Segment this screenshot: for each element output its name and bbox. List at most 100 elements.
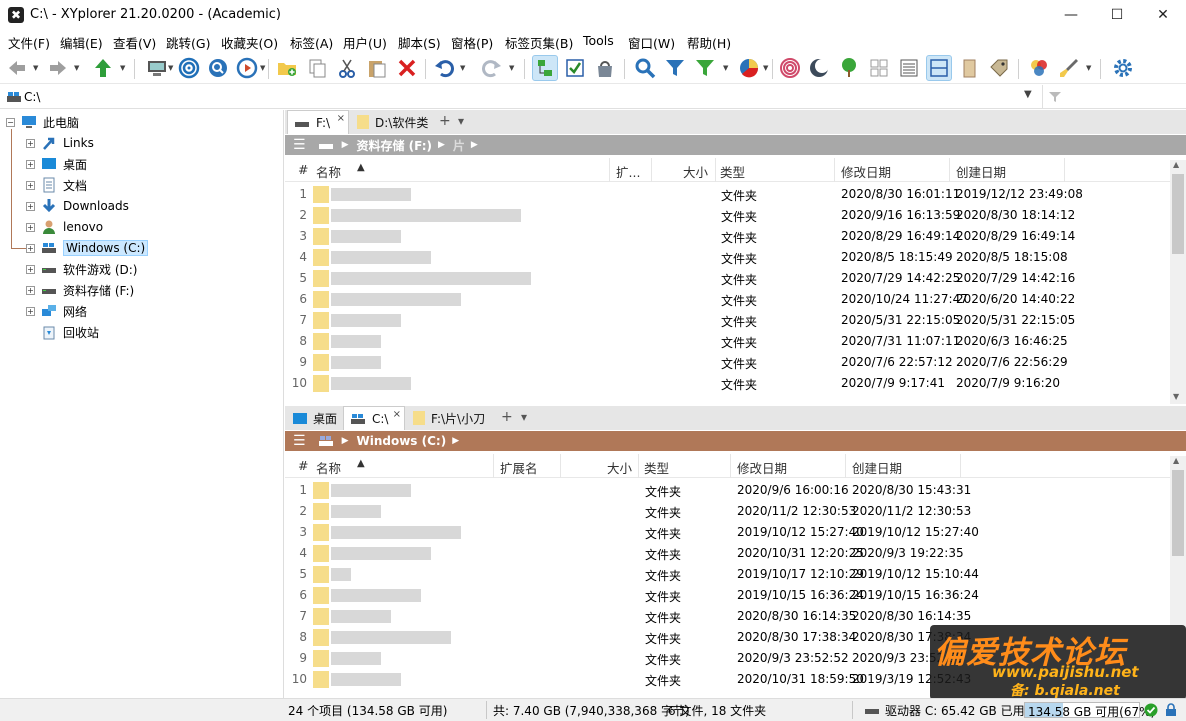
expand-icon[interactable]: + xyxy=(26,222,35,232)
add-tab-button[interactable]: + xyxy=(501,409,513,425)
tree-node-windows-c[interactable]: + Windows (C:) xyxy=(26,238,149,258)
tree-node-drive-d[interactable]: + 软件游戏 (D:) xyxy=(26,259,137,279)
undo-icon[interactable] xyxy=(432,55,458,81)
tree-icon[interactable] xyxy=(532,55,558,81)
cut-icon[interactable] xyxy=(334,55,360,81)
bag-icon[interactable] xyxy=(592,55,618,81)
tab-desktop[interactable]: 桌面 xyxy=(287,406,343,430)
menu-scripting[interactable]: 脚本(S) xyxy=(398,33,441,52)
table-row[interactable]: 5 文件夹 2020/7/29 14:42:25 2020/7/29 14:42:16 xyxy=(285,268,1170,289)
search-circle-icon[interactable] xyxy=(205,55,231,81)
expand-icon[interactable]: + xyxy=(26,180,35,190)
table-row[interactable]: 5 文件夹 2019/10/17 12:10:29 2019/10/12 15:10:… xyxy=(285,564,1170,585)
tree-node-network[interactable]: + 网络 xyxy=(26,301,87,321)
expand-icon[interactable]: + xyxy=(26,243,35,253)
up-icon[interactable] xyxy=(90,55,116,81)
expand-icon[interactable]: + xyxy=(26,285,35,295)
tree-node-lenovo[interactable]: + lenovo xyxy=(26,217,103,237)
tab-f-drive[interactable]: F:\ × xyxy=(287,110,349,134)
col-number[interactable]: # xyxy=(298,458,308,473)
table-row[interactable]: 7 文件夹 2020/8/30 16:14:35 2020/8/30 16:14:35 xyxy=(285,606,1170,627)
menu-panes[interactable]: 窗格(P) xyxy=(451,33,493,52)
table-row[interactable]: 8 文件夹 2020/7/31 11:07:11 2020/6/3 16:46:25 xyxy=(285,331,1170,352)
collapse-icon[interactable]: − xyxy=(6,117,15,127)
table-row[interactable]: 1 文件夹 2020/8/30 16:01:11 2019/12/12 23:49:0… xyxy=(285,184,1170,205)
table-row[interactable]: 2 文件夹 2020/11/2 12:30:53 2020/11/2 12:30:53 xyxy=(285,501,1170,522)
lock-icon[interactable] xyxy=(1164,703,1178,717)
table-row[interactable]: 10 文件夹 2020/7/9 9:17:41 2020/7/9 9:16:20 xyxy=(285,373,1170,394)
computer-dropdown-icon[interactable]: ▼ xyxy=(168,64,173,72)
table-row[interactable]: 3 文件夹 2020/8/29 16:49:14 2020/8/29 16:49:14 xyxy=(285,226,1170,247)
tab-list-dropdown-icon[interactable]: ▾ xyxy=(521,410,527,424)
menu-file[interactable]: 文件(F) xyxy=(8,33,50,52)
col-number[interactable]: # xyxy=(298,162,308,177)
col-created[interactable]: 创建日期 xyxy=(852,458,902,477)
breadcrumb-item-folder[interactable]: 片 xyxy=(453,137,465,154)
menu-user[interactable]: 用户(U) xyxy=(343,33,387,52)
scrollbar-thumb[interactable] xyxy=(1172,174,1184,254)
spiral-icon[interactable] xyxy=(777,55,803,81)
colors-icon[interactable] xyxy=(1026,55,1052,81)
table-row[interactable]: 6 文件夹 2019/10/15 16:36:24 2019/10/15 16:36:… xyxy=(285,585,1170,606)
scroll-up-icon[interactable]: ▲ xyxy=(1173,160,1179,169)
book-icon[interactable] xyxy=(956,55,982,81)
redo-dropdown-icon[interactable]: ▼ xyxy=(509,64,514,72)
expand-icon[interactable]: + xyxy=(26,201,35,211)
expand-icon[interactable]: + xyxy=(26,159,35,169)
menu-tags[interactable]: 标签(A) xyxy=(290,33,333,52)
col-type[interactable]: 类型 xyxy=(644,458,669,477)
table-row[interactable]: 4 文件夹 2020/8/5 18:15:49 2020/8/5 18:15:08 xyxy=(285,247,1170,268)
table-row[interactable]: 2 文件夹 2020/9/16 16:13:59 2020/8/30 18:14:12 xyxy=(285,205,1170,226)
tree-node-documents[interactable]: + 文档 xyxy=(26,175,87,195)
paste-icon[interactable] xyxy=(364,55,390,81)
filter-box-icon[interactable] xyxy=(1048,90,1062,104)
col-name[interactable]: 名称 xyxy=(316,162,341,181)
tree-node-desktop[interactable]: + 桌面 xyxy=(26,154,87,174)
col-extension[interactable]: 扩展名 xyxy=(500,458,538,477)
col-extension[interactable]: 扩... xyxy=(616,162,640,181)
filter-green-icon[interactable] xyxy=(692,55,718,81)
tab-f-knife[interactable]: F:\片\小刀 xyxy=(407,406,493,430)
tree-node-downloads[interactable]: + Downloads xyxy=(26,196,129,216)
menu-view[interactable]: 查看(V) xyxy=(113,33,156,52)
scrollbar-thumb[interactable] xyxy=(1172,470,1184,556)
col-created[interactable]: 创建日期 xyxy=(956,162,1006,181)
tab-close-icon[interactable]: × xyxy=(393,409,401,420)
up-dropdown-icon[interactable]: ▼ xyxy=(120,64,125,72)
checkbox-icon[interactable] xyxy=(562,55,588,81)
col-name[interactable]: 名称 xyxy=(316,458,341,477)
tree-node-recycle-bin[interactable]: 回收站 xyxy=(41,322,99,342)
address-input[interactable] xyxy=(4,87,1040,107)
back-icon[interactable] xyxy=(4,55,30,81)
hamburger-menu-icon[interactable]: ☰ xyxy=(293,433,306,449)
filter-icon[interactable] xyxy=(662,55,688,81)
brush-icon[interactable] xyxy=(1056,55,1082,81)
menu-go[interactable]: 跳转(G) xyxy=(166,33,210,52)
breadcrumb-item-drive[interactable]: 资料存储 (F:) xyxy=(356,137,432,154)
menu-window[interactable]: 窗口(W) xyxy=(628,33,675,52)
minimize-button[interactable]: — xyxy=(1048,0,1094,30)
scrollbar-top[interactable]: ▲ ▼ xyxy=(1170,160,1186,404)
expand-icon[interactable]: + xyxy=(26,138,35,148)
menu-tools[interactable]: Tools xyxy=(583,33,614,48)
details-icon[interactable] xyxy=(896,55,922,81)
add-tab-button[interactable]: + xyxy=(439,113,451,129)
dual-pane-icon[interactable] xyxy=(926,55,952,81)
col-modified[interactable]: 修改日期 xyxy=(841,162,891,181)
filter-dropdown-icon[interactable]: ▼ xyxy=(723,64,728,72)
delete-icon[interactable] xyxy=(394,55,420,81)
table-row[interactable]: 4 文件夹 2020/10/31 12:20:25 2020/9/3 19:22:35 xyxy=(285,543,1170,564)
play-dropdown-icon[interactable]: ▼ xyxy=(260,64,265,72)
col-size[interactable]: 大小 xyxy=(607,458,632,477)
close-button[interactable]: ✕ xyxy=(1140,0,1186,30)
pie-dropdown-icon[interactable]: ▼ xyxy=(763,64,768,72)
table-row[interactable]: 7 文件夹 2020/5/31 22:15:05 2020/5/31 22:15:05 xyxy=(285,310,1170,331)
col-modified[interactable]: 修改日期 xyxy=(737,458,787,477)
tab-list-dropdown-icon[interactable]: ▾ xyxy=(458,114,464,128)
computer-icon[interactable] xyxy=(144,55,170,81)
forward-icon[interactable] xyxy=(45,55,71,81)
col-size[interactable]: 大小 xyxy=(683,162,708,181)
pie-icon[interactable] xyxy=(736,55,762,81)
expand-icon[interactable]: + xyxy=(26,306,35,316)
redo-icon[interactable] xyxy=(478,55,504,81)
